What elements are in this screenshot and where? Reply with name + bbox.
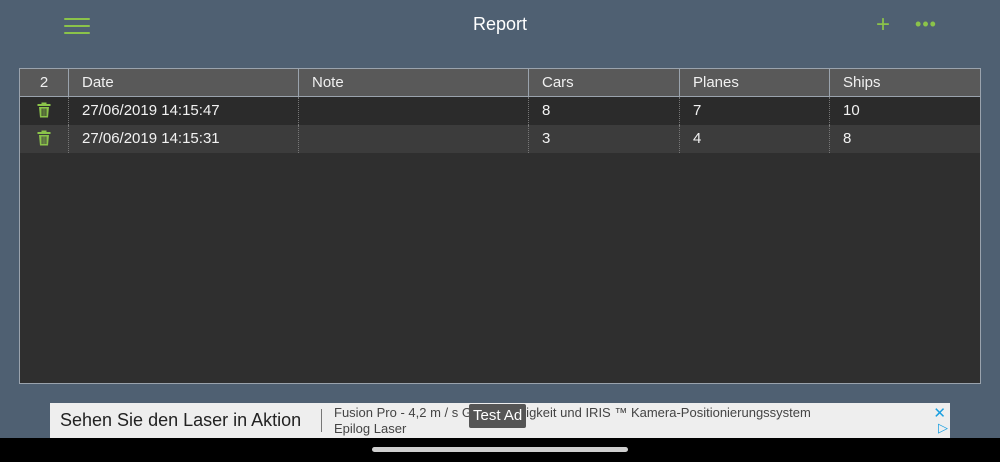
trash-icon	[37, 130, 51, 146]
ad-body[interactable]: Fusion Pro - 4,2 m / s Geschwindigkeit u…	[334, 405, 934, 437]
ad-choices-icon[interactable]: ▷	[938, 420, 948, 436]
delete-row-button[interactable]	[20, 97, 69, 125]
home-indicator[interactable]	[372, 447, 628, 452]
table-row[interactable]: 27/06/2019 14:15:31 3 4 8	[20, 125, 980, 153]
header-planes[interactable]: Planes	[680, 69, 830, 96]
ad-advertiser: Epilog Laser	[334, 421, 407, 436]
page-title: Report	[472, 14, 528, 34]
trash-icon	[37, 102, 51, 118]
delete-row-button[interactable]	[20, 125, 69, 153]
cell-cars[interactable]: 3	[529, 125, 680, 153]
header-ships[interactable]: Ships	[830, 69, 980, 96]
bottom-bar	[0, 438, 1000, 462]
table-header: 2 Date Note Cars Planes Ships	[20, 69, 980, 97]
cell-ships[interactable]: 10	[830, 97, 980, 125]
test-ad-label: Test Ad	[469, 404, 527, 428]
cell-date[interactable]: 27/06/2019 14:15:47	[69, 97, 299, 125]
header-note[interactable]: Note	[299, 69, 529, 96]
table-row[interactable]: 27/06/2019 14:15:47 8 7 10	[20, 97, 980, 125]
cell-note[interactable]	[299, 97, 529, 125]
header-date[interactable]: Date	[69, 69, 299, 96]
header-record-count[interactable]: 2	[20, 69, 69, 96]
cell-note[interactable]	[299, 125, 529, 153]
ad-headline[interactable]: Sehen Sie den Laser in Aktion	[60, 410, 301, 431]
more-options-button[interactable]: •••	[912, 11, 940, 39]
cell-planes[interactable]: 7	[680, 97, 830, 125]
ad-divider	[321, 409, 322, 432]
ad-description: Fusion Pro - 4,2 m / s Geschwindigkeit u…	[334, 405, 811, 420]
cell-ships[interactable]: 8	[830, 125, 980, 153]
cell-planes[interactable]: 4	[680, 125, 830, 153]
top-bar: Report + •••	[0, 0, 1000, 50]
header-cars[interactable]: Cars	[529, 69, 680, 96]
cell-date[interactable]: 27/06/2019 14:15:31	[69, 125, 299, 153]
report-table: 2 Date Note Cars Planes Ships 27/06/2019…	[19, 68, 981, 384]
cell-cars[interactable]: 8	[529, 97, 680, 125]
ad-banner[interactable]: Sehen Sie den Laser in Aktion Fusion Pro…	[50, 403, 950, 438]
add-button[interactable]: +	[871, 11, 895, 39]
